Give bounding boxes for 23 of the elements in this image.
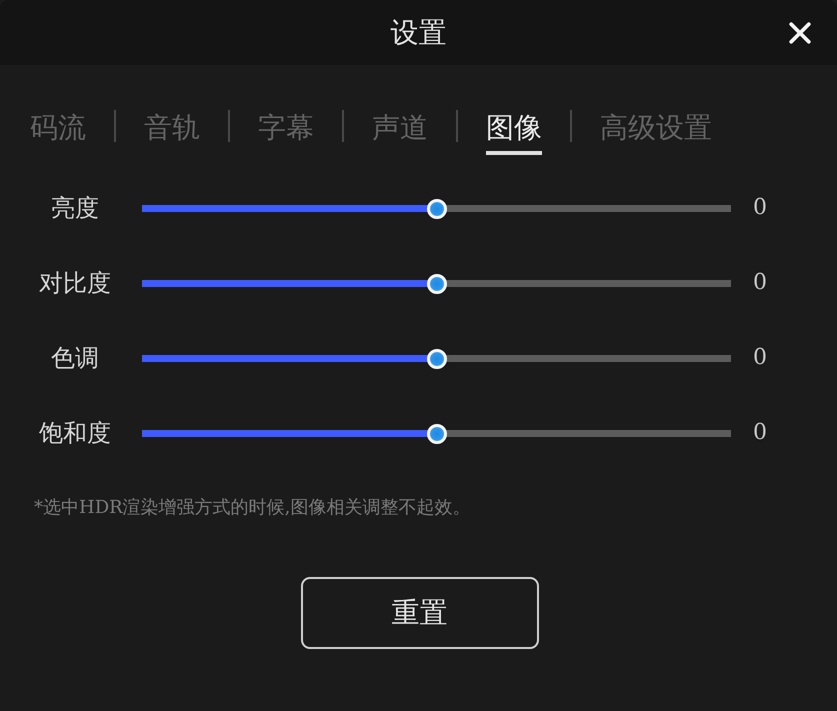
close-icon bbox=[789, 22, 811, 44]
slider-thumb[interactable] bbox=[426, 274, 446, 294]
tab[interactable]: 声道 bbox=[372, 111, 428, 155]
window-title: 设置 bbox=[390, 16, 446, 50]
hint-text: *选中HDR渲染增强方式的时候,图像相关调整不起效。 bbox=[34, 496, 472, 519]
slider-value: 0 bbox=[753, 195, 768, 222]
slider-value: 0 bbox=[753, 345, 768, 372]
slider-label: 饱和度 bbox=[38, 419, 112, 448]
tab[interactable]: 图像 bbox=[486, 111, 542, 155]
tab[interactable]: 码流 bbox=[30, 111, 86, 155]
tab[interactable]: 音轨 bbox=[144, 111, 200, 155]
slider-value: 0 bbox=[753, 270, 768, 297]
close-button[interactable] bbox=[789, 22, 811, 44]
slider-label: 色调 bbox=[50, 344, 100, 373]
slider-thumb[interactable] bbox=[426, 424, 446, 444]
slider-thumb[interactable] bbox=[426, 198, 446, 219]
slider-thumb[interactable] bbox=[426, 348, 446, 369]
slider-value: 0 bbox=[753, 420, 768, 447]
tab[interactable]: 高级设置 bbox=[600, 111, 712, 155]
slider-label: 对比度 bbox=[38, 269, 112, 298]
slider-label: 亮度 bbox=[50, 194, 100, 223]
reset-button[interactable]: 重置 bbox=[300, 576, 538, 649]
tab[interactable]: 字幕 bbox=[258, 111, 314, 155]
